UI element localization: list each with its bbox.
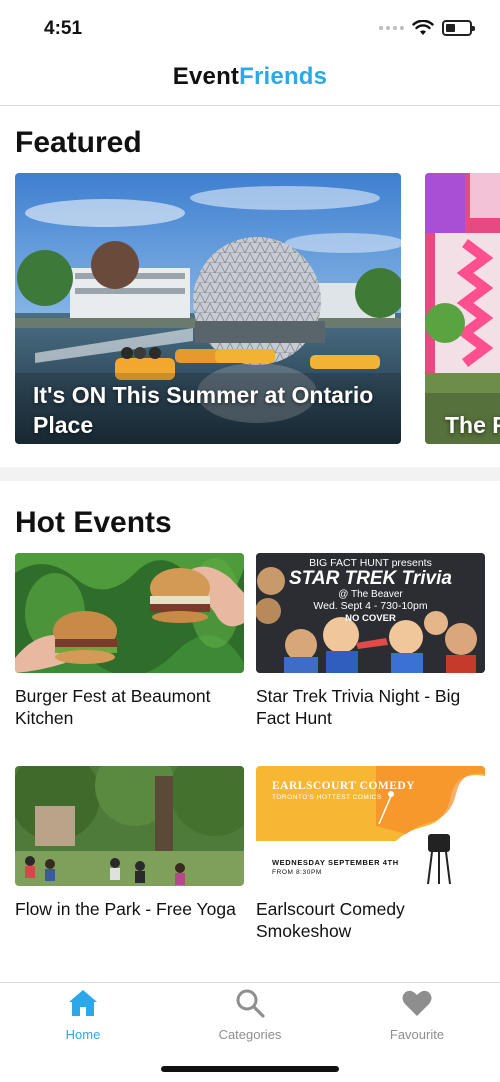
poster-line: WEDNESDAY SEPTEMBER 4TH — [272, 858, 399, 867]
app-title: EventFriends — [0, 56, 500, 98]
search-icon — [236, 989, 265, 1018]
poster-line: NO COVER — [345, 613, 396, 624]
featured-card-title: It's ON This Summer at Ontario Place — [33, 382, 374, 438]
status-bar: 4:51 — [0, 0, 500, 56]
event-card-star-trek-trivia[interactable]: BIG FACT HUNT presents STAR TREK Trivia … — [256, 553, 485, 729]
poster-line: TORONTO'S HOTTEST COMICS — [272, 794, 382, 801]
tab-categories[interactable]: Categories — [167, 983, 333, 1042]
event-image — [15, 553, 244, 673]
tab-favourite[interactable]: Favourite — [334, 983, 500, 1042]
event-image: BIG FACT HUNT presents STAR TREK Trivia … — [256, 553, 485, 673]
poster-line: FROM 8:30PM — [272, 869, 322, 876]
nav-bar: EventFriends — [0, 56, 500, 106]
event-card-flow-in-the-park[interactable]: Flow in the Park - Free Yoga — [15, 766, 244, 920]
featured-carousel[interactable]: It's ON This Summer at Ontario Place The… — [15, 173, 500, 444]
home-indicator[interactable] — [161, 1066, 339, 1072]
star-trek-poster-text: BIG FACT HUNT presents STAR TREK Trivia … — [256, 557, 485, 626]
battery-icon — [442, 20, 475, 36]
event-card-burger-fest[interactable]: Burger Fest at Beaumont Kitchen — [15, 553, 244, 729]
featured-card-title: The F — [445, 412, 500, 438]
comedy-poster-date: WEDNESDAY SEPTEMBER 4TH FROM 8:30PM — [272, 858, 399, 876]
app-title-event: Event — [172, 63, 240, 90]
poster-headline: STAR TREK Trivia — [289, 568, 452, 589]
poster-headline: EARLSCOURT COMEDY — [272, 780, 416, 792]
status-indicators — [379, 20, 475, 36]
status-time: 4:51 — [44, 18, 83, 39]
event-image: EARLSCOURT COMEDY TORONTO'S HOTTEST COMI… — [256, 766, 485, 886]
park-yoga-image — [15, 766, 244, 886]
featured-heading: Featured — [15, 126, 142, 159]
poster-line: @ The Beaver — [338, 589, 403, 600]
app-title-friends: Friends — [239, 63, 328, 90]
event-title: Burger Fest at Beaumont Kitchen — [15, 686, 211, 728]
wifi-icon — [412, 20, 434, 35]
signal-icon — [379, 26, 404, 30]
featured-card[interactable]: It's ON This Summer at Ontario Place — [15, 173, 401, 444]
event-image — [15, 766, 244, 886]
home-icon — [69, 990, 97, 1016]
tab-label: Categories — [218, 1027, 282, 1042]
section-divider — [0, 467, 500, 481]
event-title: Star Trek Trivia Night - Big Fact Hunt — [256, 686, 461, 728]
comedy-poster-title: EARLSCOURT COMEDY TORONTO'S HOTTEST COMI… — [272, 780, 415, 801]
event-title: Flow in the Park - Free Yoga — [15, 899, 236, 919]
hot-events-heading: Hot Events — [15, 506, 172, 539]
featured-card-image — [425, 173, 500, 444]
poster-line: Wed. Sept 4 - 730-10pm — [313, 600, 428, 612]
tab-label: Home — [65, 1027, 101, 1042]
tab-home[interactable]: Home — [0, 983, 166, 1042]
tab-label: Favourite — [389, 1027, 445, 1042]
heart-icon — [402, 990, 432, 1016]
event-title: Earlscourt Comedy Smokeshow — [256, 899, 405, 941]
burger-image — [15, 553, 244, 673]
event-card-earlscourt-comedy[interactable]: EARLSCOURT COMEDY TORONTO'S HOTTEST COMI… — [256, 766, 485, 942]
featured-card[interactable]: The F — [425, 173, 500, 444]
